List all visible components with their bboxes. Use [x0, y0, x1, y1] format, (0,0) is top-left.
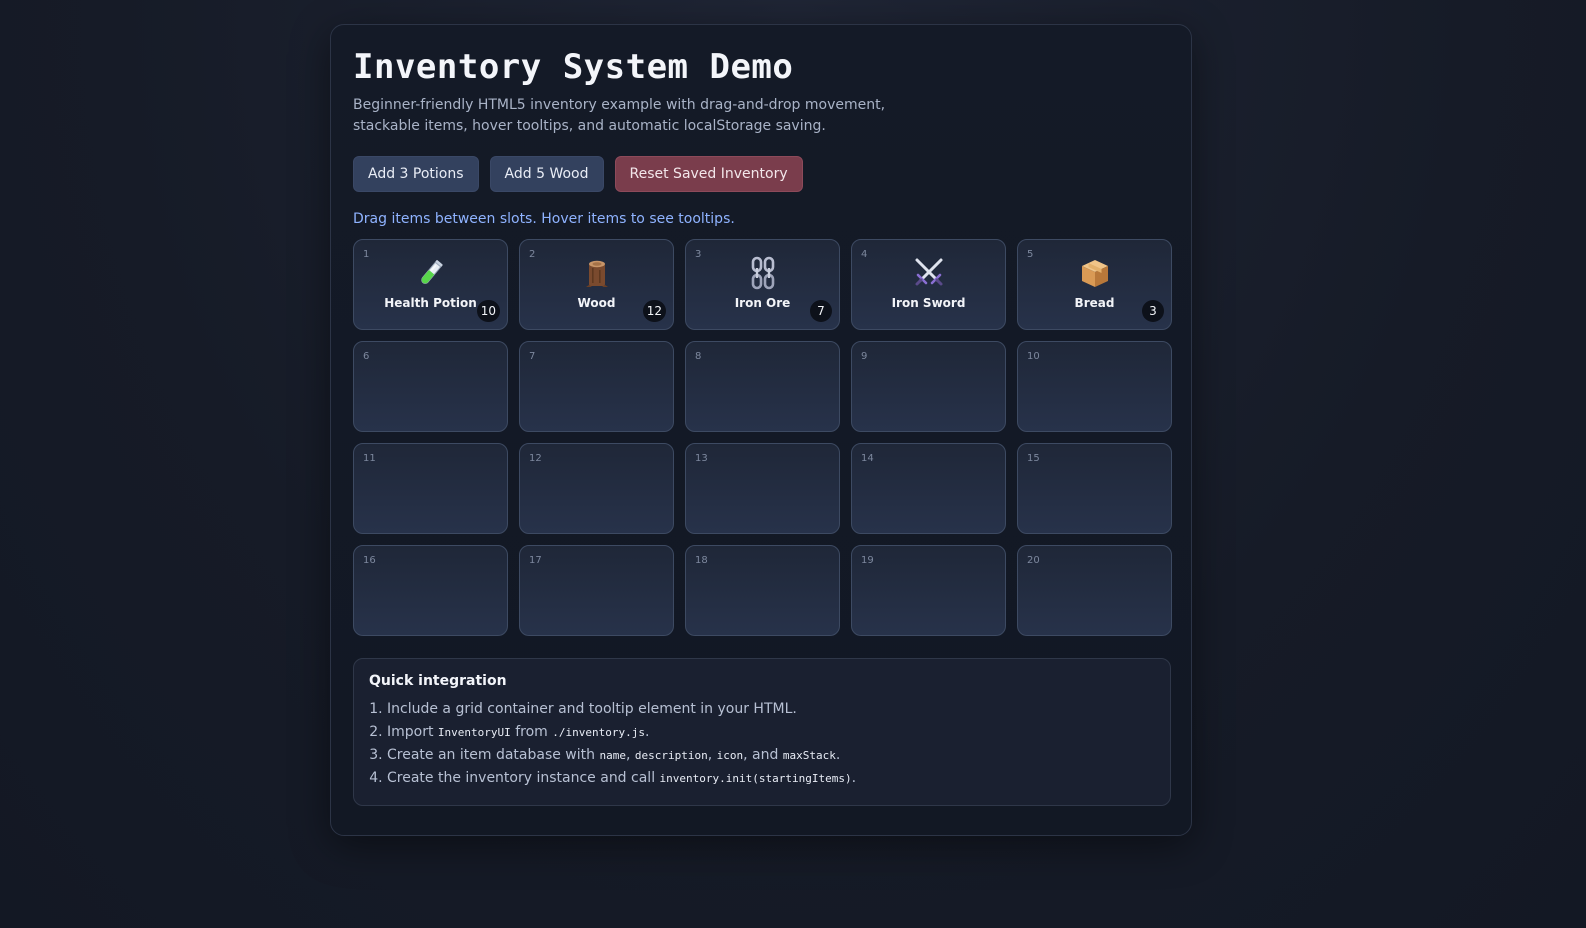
code-snippet: InventoryUI: [437, 726, 511, 739]
inventory-slot[interactable]: 14: [851, 443, 1006, 534]
slot-number: 19: [861, 555, 874, 566]
inventory-slot[interactable]: 1 Health Potion 10: [353, 239, 508, 330]
step-text: .: [644, 724, 650, 740]
inventory-panel: Inventory System Demo Beginner-friendly …: [330, 24, 1192, 836]
quick-integration-box: Quick integration Include a grid contain…: [353, 658, 1171, 806]
step-text: Create the inventory instance and call: [387, 770, 660, 786]
slot-number: 15: [1027, 453, 1040, 464]
page-title: Inventory System Demo: [353, 47, 794, 87]
slot-number: 10: [1027, 351, 1040, 362]
crossed-swords-icon[interactable]: [852, 256, 1005, 290]
slot-number: 13: [695, 453, 708, 464]
step-text: Create an item database with: [387, 747, 600, 763]
add-potions-button[interactable]: Add 3 Potions: [353, 156, 479, 192]
integration-step: Create the inventory instance and call i…: [387, 767, 1155, 790]
stack-count: 10: [476, 300, 500, 322]
page-subtitle: Beginner-friendly HTML5 inventory exampl…: [353, 97, 886, 134]
step-text: .: [835, 747, 841, 763]
inventory-slot[interactable]: 3 Iron Ore 7: [685, 239, 840, 330]
slot-number: 12: [529, 453, 542, 464]
code-snippet: ./inventory.js: [552, 726, 645, 739]
inventory-slot[interactable]: 4 Iron Sword: [851, 239, 1006, 330]
step-text: Include a grid container and tooltip ele…: [387, 701, 797, 717]
inventory-slot[interactable]: 15: [1017, 443, 1172, 534]
inventory-slot[interactable]: 12: [519, 443, 674, 534]
integration-step: Import InventoryUI from ./inventory.js.: [387, 721, 1155, 744]
inventory-slot[interactable]: 11: [353, 443, 508, 534]
box-icon[interactable]: [1018, 256, 1171, 290]
slot-number: 9: [861, 351, 868, 362]
slot-number: 14: [861, 453, 874, 464]
step-text: Import: [387, 724, 438, 740]
inventory-slot[interactable]: 13: [685, 443, 840, 534]
inventory-slot[interactable]: 7: [519, 341, 674, 432]
slot-number: 20: [1027, 555, 1040, 566]
chain-icon[interactable]: [686, 256, 839, 290]
stack-count: 12: [642, 300, 666, 322]
slot-number: 8: [695, 351, 702, 362]
inventory-slot[interactable]: 20: [1017, 545, 1172, 636]
step-text: ,: [707, 747, 717, 763]
action-buttons: Add 3 Potions Add 5 Wood Reset Saved Inv…: [353, 156, 1169, 192]
item-name: Iron Sword: [891, 296, 966, 310]
inventory-slot[interactable]: 9: [851, 341, 1006, 432]
slot-number: 6: [363, 351, 370, 362]
slot-number: 11: [363, 453, 376, 464]
inventory-slot[interactable]: 10: [1017, 341, 1172, 432]
slot-number: 17: [529, 555, 542, 566]
integration-step: Include a grid container and tooltip ele…: [387, 698, 1155, 721]
integration-title: Quick integration: [369, 673, 507, 689]
step-text: from: [510, 724, 553, 740]
inventory-slot[interactable]: 16: [353, 545, 508, 636]
code-snippet: maxStack: [782, 749, 836, 762]
step-text: .: [851, 770, 857, 786]
inventory-slot[interactable]: 6: [353, 341, 508, 432]
code-snippet: name: [599, 749, 626, 762]
inventory-grid: 1 Health Potion 10 2 Wood 12 3 Iron Ore …: [353, 239, 1172, 636]
code-snippet: icon: [716, 749, 744, 762]
drag-hint: Drag items between slots. Hover items to…: [353, 211, 735, 227]
integration-step: Create an item database with name, descr…: [387, 744, 1155, 767]
inventory-slot[interactable]: 8: [685, 341, 840, 432]
potion-icon[interactable]: [354, 256, 507, 290]
reset-inventory-button[interactable]: Reset Saved Inventory: [614, 156, 803, 192]
slot-number: 16: [363, 555, 376, 566]
slot-number: 7: [529, 351, 536, 362]
inventory-slot[interactable]: 19: [851, 545, 1006, 636]
stack-count: 7: [810, 300, 832, 322]
inventory-slot[interactable]: 17: [519, 545, 674, 636]
code-snippet: description: [634, 749, 708, 762]
step-text: , and: [743, 747, 783, 763]
stack-count: 3: [1142, 300, 1164, 322]
code-snippet: inventory.init(startingItems): [659, 772, 852, 785]
integration-steps: Include a grid container and tooltip ele…: [369, 698, 1155, 790]
step-text: ,: [625, 747, 635, 763]
inventory-slot[interactable]: 18: [685, 545, 840, 636]
inventory-slot[interactable]: 2 Wood 12: [519, 239, 674, 330]
wood-log-icon[interactable]: [520, 256, 673, 290]
slot-number: 18: [695, 555, 708, 566]
add-wood-button[interactable]: Add 5 Wood: [489, 156, 604, 192]
inventory-slot[interactable]: 5 Bread 3: [1017, 239, 1172, 330]
